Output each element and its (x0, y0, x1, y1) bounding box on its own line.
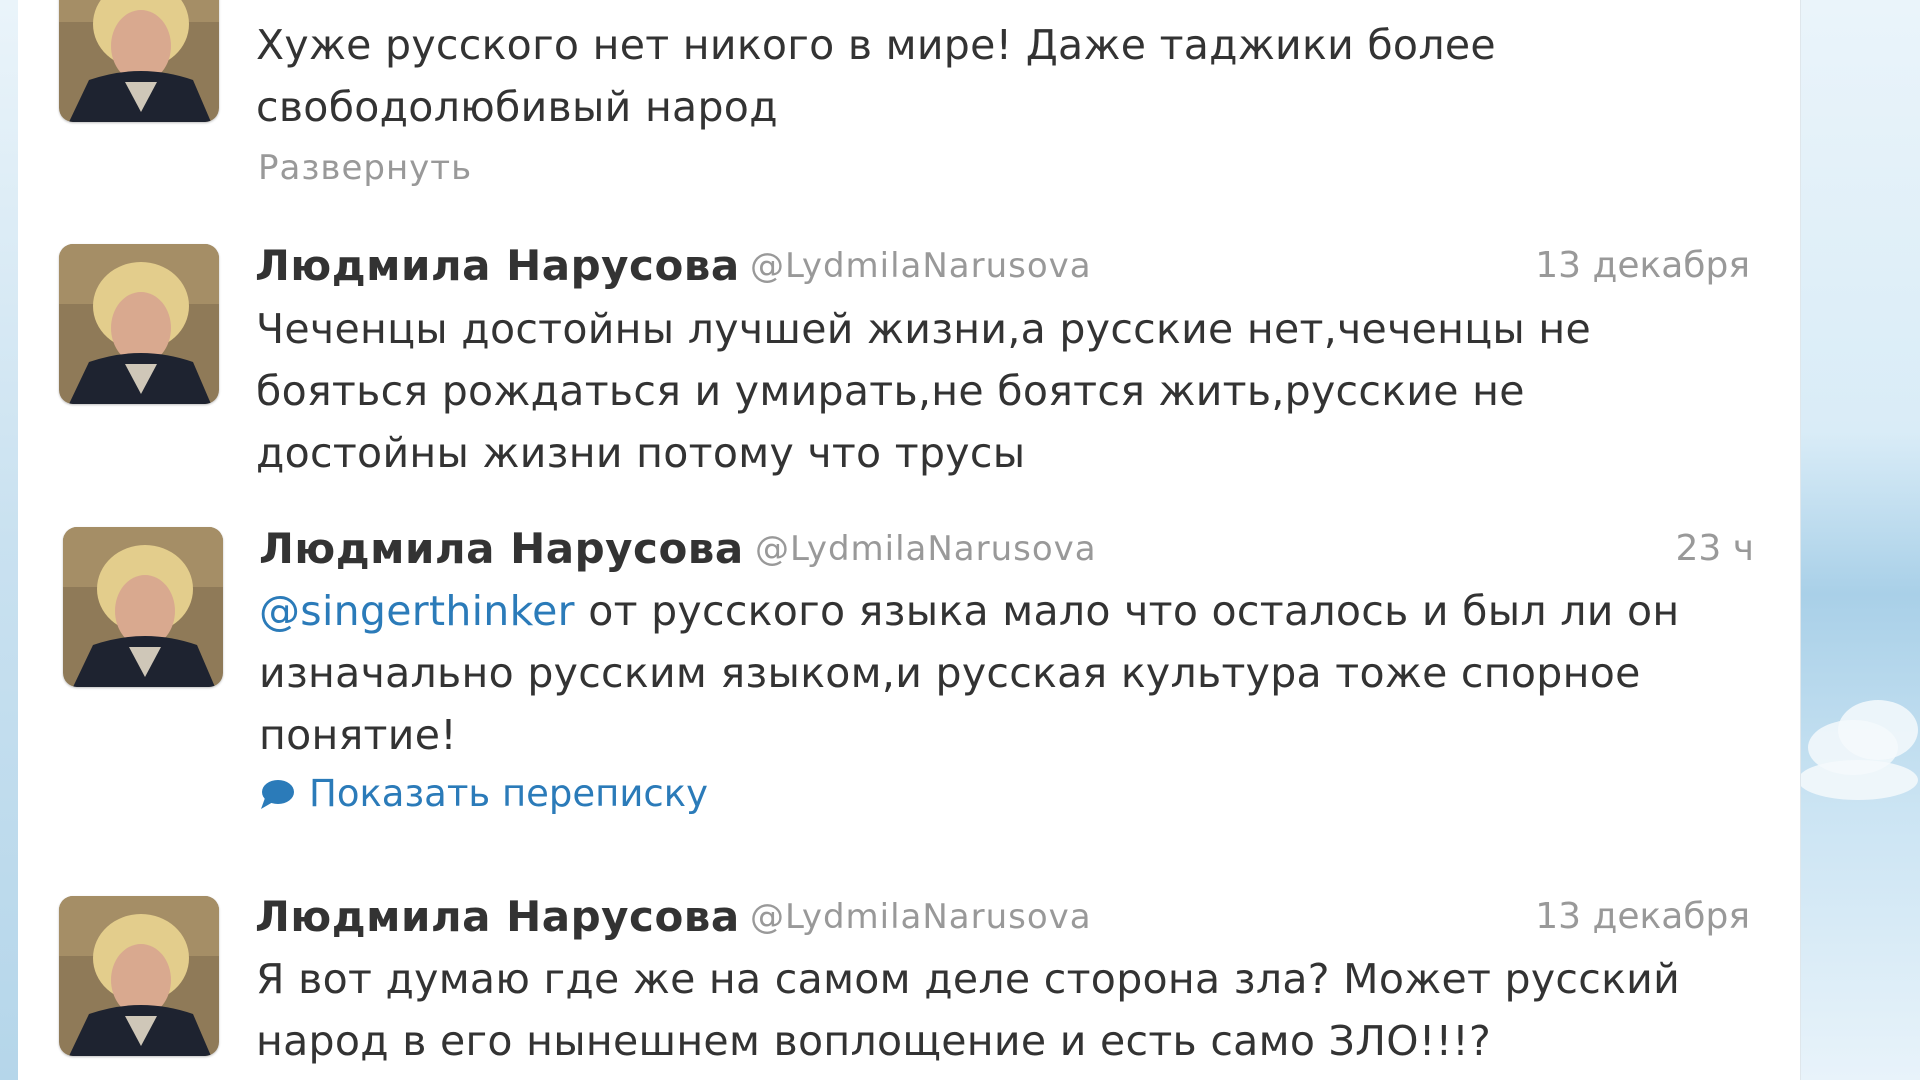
background-left (0, 0, 18, 1080)
avatar-photo (59, 896, 219, 1056)
author-name[interactable]: Людмила Нарусова (255, 241, 740, 290)
tweet-item[interactable]: Людмила Нарусова @LydmilaNarusova 13 дек… (18, 198, 1800, 501)
mention-link[interactable]: @singerthinker (259, 587, 575, 635)
avatar[interactable] (63, 527, 223, 687)
author-handle[interactable]: @LydmilaNarusova (750, 246, 1092, 286)
expand-link[interactable]: Развернуть (258, 148, 472, 188)
avatar-photo (63, 527, 223, 687)
tweet-item[interactable]: Людмила Нарусова @LydmilaNarusova 23 ч @… (18, 500, 1800, 853)
avatar[interactable] (59, 896, 219, 1056)
author-handle[interactable]: @LydmilaNarusova (750, 897, 1092, 937)
author-handle[interactable]: @LydmilaNarusova (755, 529, 1097, 569)
author-name[interactable]: Людмила Нарусова (259, 524, 744, 573)
tweet-text: Чеченцы достойны лучшей жизни,а русские … (256, 305, 1592, 477)
author-name[interactable]: Людмила Нарусова (255, 892, 740, 941)
avatar[interactable] (59, 244, 219, 404)
avatar-photo (59, 244, 219, 404)
avatar-photo (59, 0, 219, 122)
tweet-timestamp[interactable]: 23 ч (1558, 528, 1754, 569)
tweet-timeline: Хуже русского нет никого в мире! Даже та… (18, 0, 1801, 1080)
tweet-item[interactable]: Хуже русского нет никого в мире! Даже та… (18, 0, 1800, 199)
show-conversation-link[interactable]: Показать переписку (259, 772, 708, 815)
tweet-timestamp[interactable]: 13 декабря (1458, 245, 1750, 286)
avatar[interactable] (59, 0, 219, 122)
tweet-text: Хуже русского нет никого в мире! Даже та… (256, 21, 1496, 131)
tweet-text: Я вот думаю где же на самом деле сторона… (256, 955, 1681, 1065)
tweet-text: @singerthinker от русского языка мало чт… (259, 580, 1779, 766)
tweet-item[interactable]: Людмила Нарусова @LydmilaNarusova 13 дек… (18, 852, 1800, 1080)
speech-bubble-icon (261, 779, 294, 809)
tweet-timestamp[interactable]: 13 декабря (1458, 896, 1750, 937)
show-conversation-label: Показать переписку (309, 772, 708, 815)
background-right (1798, 0, 1920, 1080)
